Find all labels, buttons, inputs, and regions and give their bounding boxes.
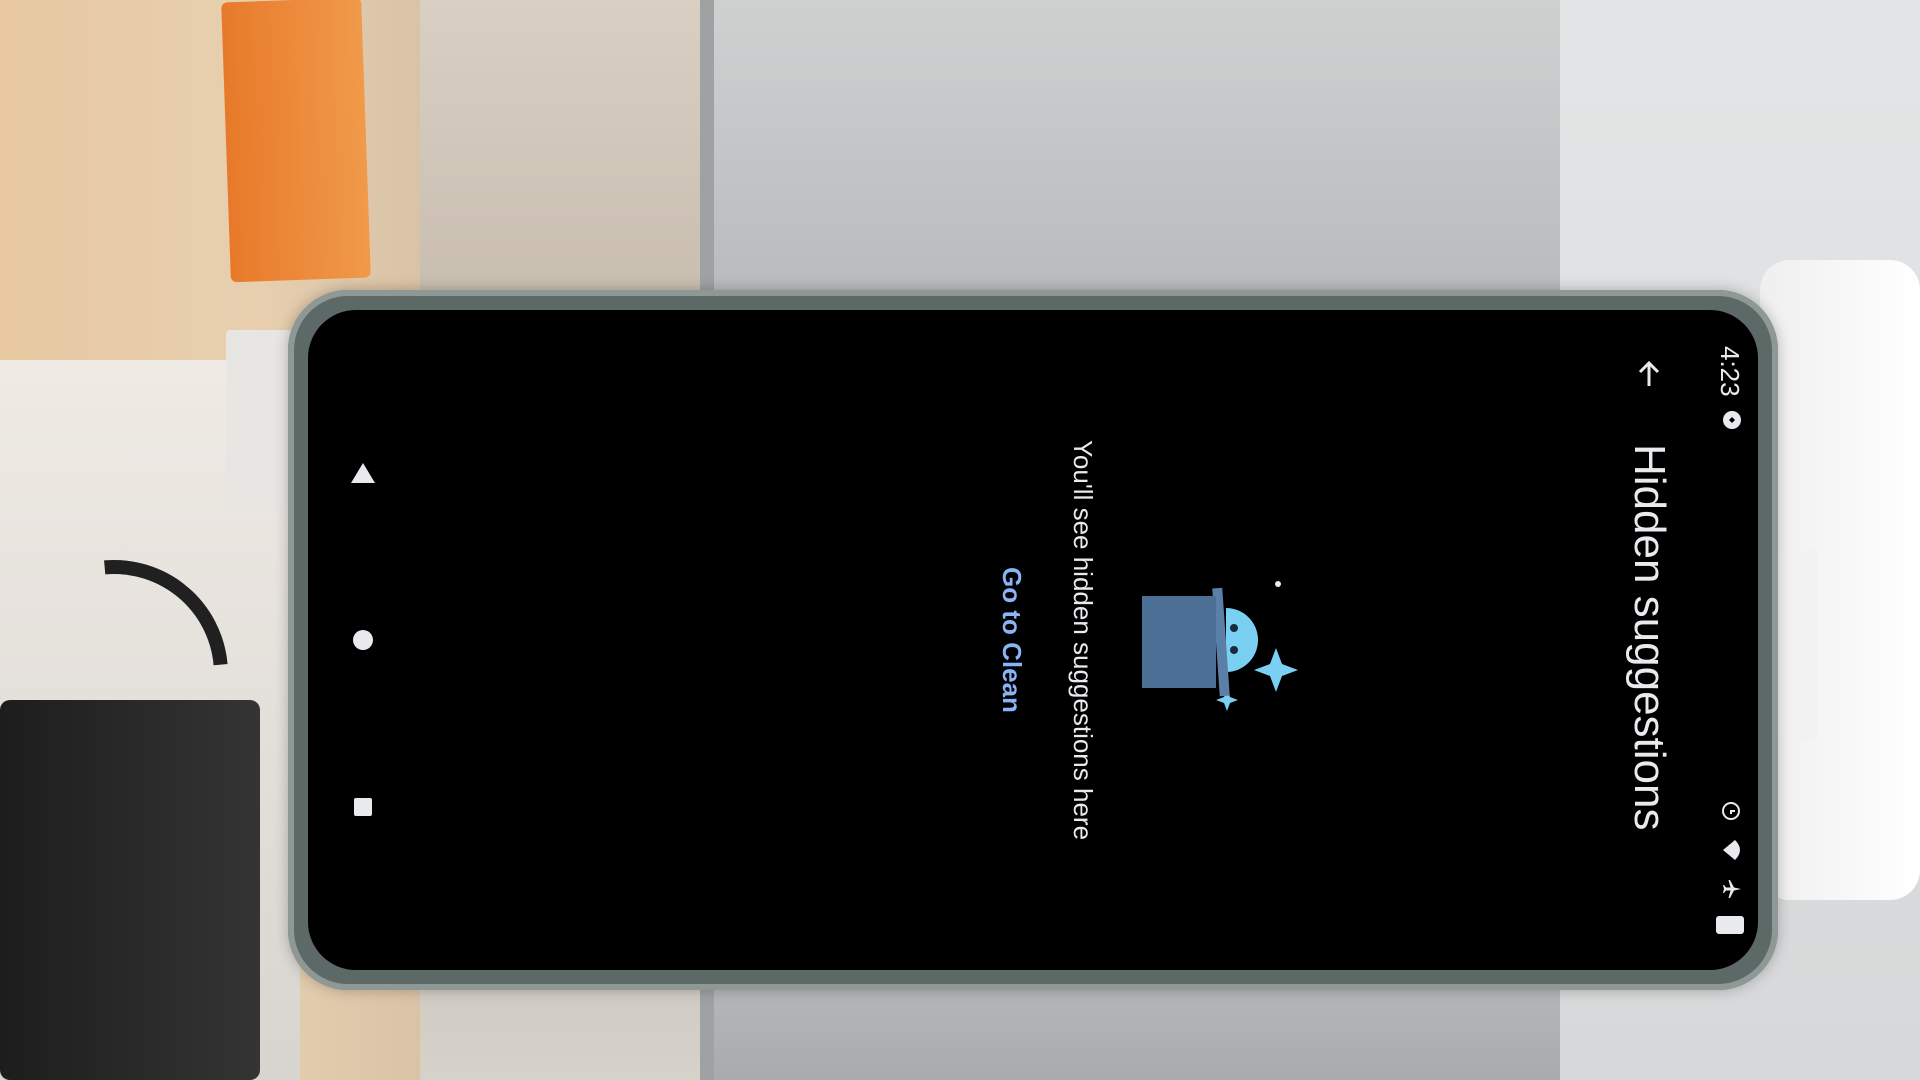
notification-dot-icon bbox=[1717, 409, 1743, 431]
nav-back-button[interactable] bbox=[333, 443, 393, 503]
app-bar: Hidden suggestions bbox=[1604, 310, 1694, 970]
nav-home-button[interactable] bbox=[333, 610, 393, 670]
status-right bbox=[1716, 800, 1744, 934]
page-title: Hidden suggestions bbox=[1625, 444, 1674, 831]
battery-icon bbox=[1716, 916, 1744, 934]
go-to-clean-button[interactable]: Go to Clean bbox=[996, 567, 1027, 713]
airplane-icon bbox=[1717, 878, 1743, 900]
phone-clip-left bbox=[226, 330, 292, 510]
empty-state: You'll see hidden suggestions here Go to… bbox=[996, 310, 1318, 970]
phone-screen: 4:23 Hidden suggestions You'll see hidde… bbox=[308, 310, 1758, 970]
status-left: 4:23 bbox=[1715, 346, 1746, 431]
bin-with-sparkles-illustration bbox=[1142, 581, 1298, 711]
back-button[interactable] bbox=[1621, 346, 1677, 402]
status-bar: 4:23 bbox=[1702, 310, 1758, 970]
background-window-top bbox=[700, 0, 1588, 290]
phone-clip-right bbox=[1776, 550, 1818, 740]
arrow-back-icon bbox=[1638, 360, 1660, 386]
empty-message: You'll see hidden suggestions here bbox=[1068, 439, 1098, 841]
status-time: 4:23 bbox=[1715, 346, 1746, 397]
nav-recents-icon bbox=[354, 797, 372, 816]
alarm-icon bbox=[1717, 800, 1743, 822]
nav-home-icon bbox=[353, 629, 373, 650]
app-ui: 4:23 Hidden suggestions You'll see hidde… bbox=[308, 310, 1758, 970]
navigation-bar bbox=[308, 310, 418, 970]
nav-recents-button[interactable] bbox=[333, 777, 393, 837]
background-orange-object bbox=[221, 0, 371, 283]
phone-device: 4:23 Hidden suggestions You'll see hidde… bbox=[288, 290, 1778, 990]
nav-back-icon bbox=[351, 463, 375, 484]
wifi-icon bbox=[1717, 838, 1743, 862]
